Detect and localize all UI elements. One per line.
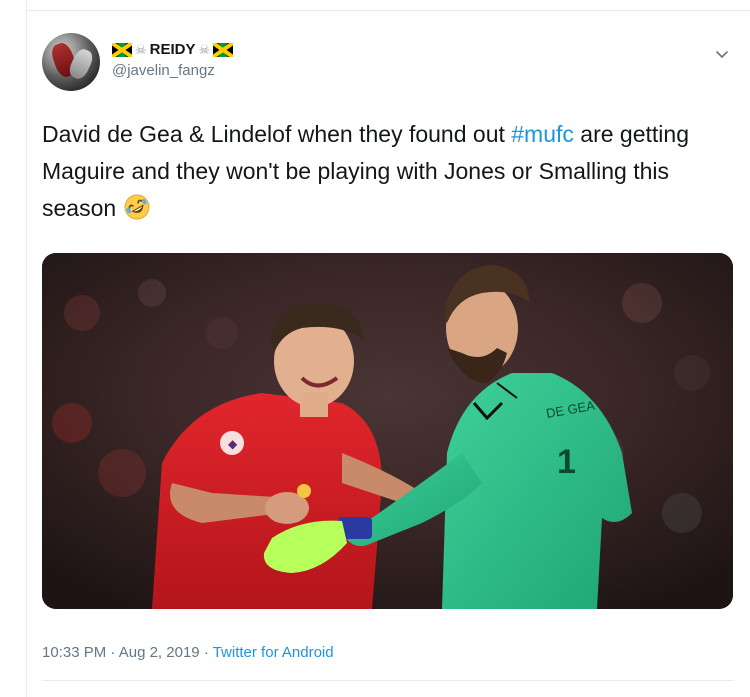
jamaica-flag-icon: [213, 43, 234, 57]
skull-crossbones-icon: ☠: [198, 42, 211, 57]
separator: ·: [110, 644, 116, 661]
avatar[interactable]: [42, 33, 100, 91]
author-names[interactable]: ☠ REIDY ☠ @javelin_fangz: [112, 40, 234, 81]
display-name[interactable]: ☠ REIDY ☠: [112, 40, 234, 60]
skull-crossbones-icon: ☠: [135, 42, 147, 57]
tweet-date[interactable]: Aug 2, 2019: [119, 644, 200, 661]
separator: ·: [203, 644, 209, 661]
display-name-text[interactable]: REIDY: [150, 40, 196, 60]
tweet-photo[interactable]: ◆ DE GEA 1: [42, 253, 733, 609]
jamaica-flag-icon: [112, 43, 132, 57]
hashtag-link[interactable]: #mufc: [511, 121, 574, 147]
jersey-number: 1: [557, 443, 576, 481]
tweet-text: David de Gea & Lindelof when they found …: [42, 116, 734, 227]
svg-text:◆: ◆: [228, 437, 238, 451]
tweet-time[interactable]: 10:33 PM: [42, 644, 106, 661]
rolling-on-floor-laughing-icon: [123, 193, 151, 221]
handle[interactable]: @javelin_fangz: [112, 61, 233, 81]
divider: [26, 10, 750, 11]
tweet-meta: 10:33 PM · Aug 2, 2019 · Twitter for And…: [42, 643, 334, 663]
tweet-header: ☠ REIDY ☠ @javelin_fangz: [42, 30, 734, 96]
chevron-down-icon[interactable]: [710, 42, 734, 66]
divider: [42, 680, 734, 681]
tweet-text-part: David de Gea & Lindelof when they found …: [42, 121, 512, 147]
tweet[interactable]: ☠ REIDY ☠ @javelin_fangz David de Gea & …: [42, 30, 734, 227]
tweet-source-link[interactable]: Twitter for Android: [213, 644, 334, 661]
